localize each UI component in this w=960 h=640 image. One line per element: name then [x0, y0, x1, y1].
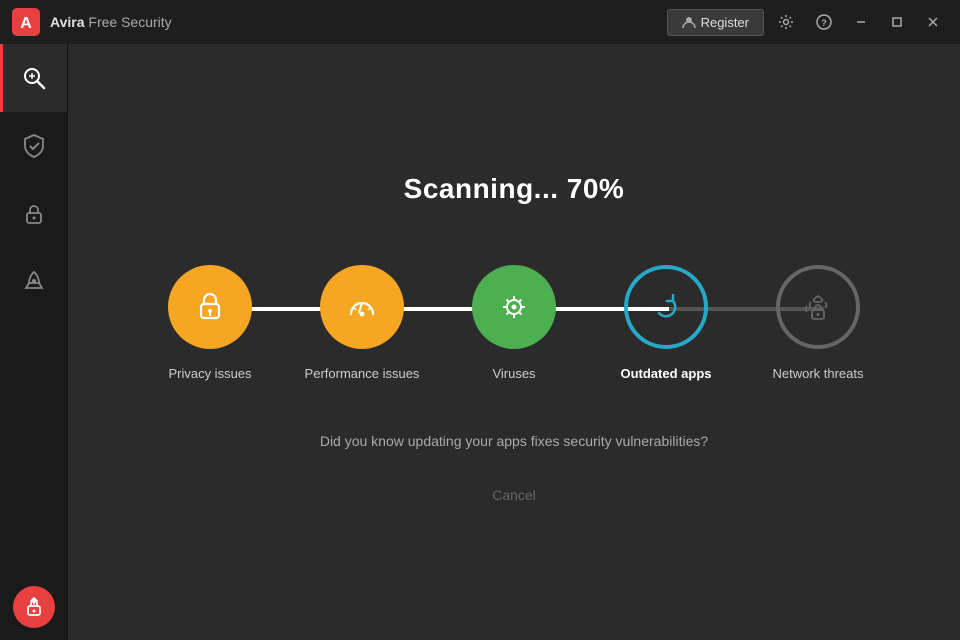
user-icon — [682, 15, 696, 29]
minimize-icon — [855, 16, 867, 28]
sidebar-bottom — [13, 586, 55, 628]
step-circle-network — [776, 265, 860, 349]
step-label-privacy: Privacy issues — [168, 365, 251, 383]
step-circle-outdated — [624, 265, 708, 349]
step-outdated: Outdated apps — [590, 265, 742, 383]
svg-text:A: A — [20, 15, 32, 32]
gauge-step-icon — [343, 288, 381, 326]
shield-check-icon — [21, 133, 47, 159]
title-bar: A Avira Free Security Register ? — [0, 0, 960, 44]
refresh-step-icon — [647, 288, 685, 326]
gear-icon — [778, 14, 794, 30]
rocket-icon — [21, 269, 47, 295]
step-label-outdated: Outdated apps — [620, 365, 711, 383]
app-logo: A — [12, 8, 40, 36]
close-icon — [927, 16, 939, 28]
step-viruses: Viruses — [438, 265, 590, 383]
svg-text:?: ? — [821, 18, 827, 28]
update-button[interactable] — [13, 586, 55, 628]
help-icon: ? — [816, 14, 832, 30]
scan-title: Scanning... 70% — [404, 173, 625, 205]
maximize-button[interactable] — [882, 7, 912, 37]
sidebar-item-performance[interactable] — [0, 248, 67, 316]
sidebar — [0, 44, 68, 640]
lock-icon — [21, 201, 47, 227]
step-circle-privacy — [168, 265, 252, 349]
sidebar-item-scan[interactable] — [0, 44, 67, 112]
step-label-performance: Performance issues — [305, 365, 420, 383]
virus-step-icon — [495, 288, 533, 326]
step-privacy: Privacy issues — [134, 265, 286, 383]
sidebar-item-protection[interactable] — [0, 112, 67, 180]
scan-icon — [21, 65, 47, 91]
privacy-step-icon — [191, 288, 229, 326]
step-network: Network threats — [742, 265, 894, 383]
step-label-network: Network threats — [772, 365, 863, 383]
steps-container: Privacy issues Performance issues — [134, 265, 894, 383]
app-title: Avira Free Security — [50, 14, 667, 30]
step-circle-viruses — [472, 265, 556, 349]
maximize-icon — [891, 16, 903, 28]
network-lock-icon — [799, 288, 837, 326]
step-circle-performance — [320, 265, 404, 349]
register-button[interactable]: Register — [667, 9, 764, 36]
settings-button[interactable] — [770, 6, 802, 38]
minimize-button[interactable] — [846, 7, 876, 37]
hint-text: Did you know updating your apps fixes se… — [320, 433, 708, 449]
title-bar-controls: Register ? — [667, 6, 948, 38]
upload-lock-icon — [23, 596, 45, 618]
sidebar-item-privacy[interactable] — [0, 180, 67, 248]
content-area: Scanning... 70% Privacy issues — [68, 44, 960, 640]
step-performance: Performance issues — [286, 265, 438, 383]
cancel-button[interactable]: Cancel — [468, 479, 560, 511]
step-label-viruses: Viruses — [492, 365, 535, 383]
main-layout: Scanning... 70% Privacy issues — [0, 44, 960, 640]
close-button[interactable] — [918, 7, 948, 37]
help-button[interactable]: ? — [808, 6, 840, 38]
